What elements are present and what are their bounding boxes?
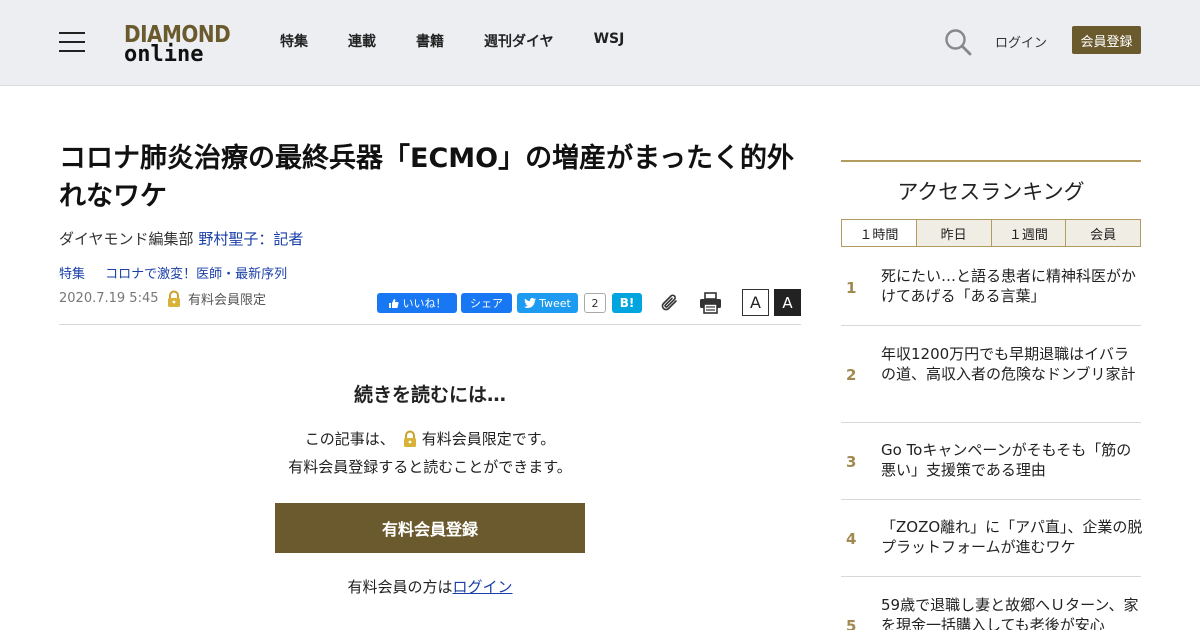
main-nav: 特集 連載 書籍 週刊ダイヤ WSJ <box>280 31 664 51</box>
tab-1week[interactable]: １週間 <box>990 220 1066 246</box>
paywall-notice: この記事は、 有料会員限定です。 <box>59 428 801 449</box>
article-title: コロナ肺炎治療の最終兵器「ECMO」の増産がまったく的外れなワケ <box>59 143 794 212</box>
rank-number: 1 <box>846 279 857 297</box>
print-icon[interactable] <box>699 292 722 314</box>
ranking-item[interactable]: 2 年収1200万円でも早期退職はイバラの道、高収入者の危険なドンブリ家計 <box>841 326 1141 423</box>
nav-item-wsj[interactable]: WSJ <box>594 31 625 51</box>
ranking-item[interactable]: 5 59歳で退職し妻と故郷へＵターン、家を現金一括購入しても老後が安心 <box>841 577 1141 630</box>
paywall-description: 有料会員登録すると読むことができます。 <box>288 458 572 476</box>
rank-title: 「ZOZO離れ」に「アパ直」、企業の脱プラットフォームが進むワケ <box>881 518 1143 556</box>
lock-icon <box>168 290 180 307</box>
tab-members[interactable]: 会員 <box>1065 220 1140 246</box>
tweet-count: 2 <box>584 293 606 313</box>
logo-online: online <box>124 42 204 67</box>
site-header: DIAMOND online 特集 連載 書籍 週刊ダイヤ WSJ ログイン 会… <box>0 0 1200 86</box>
nav-item-weekly[interactable]: 週刊ダイヤ <box>484 31 554 51</box>
member-login-link[interactable]: ログイン <box>453 578 513 596</box>
ranking-top-border <box>841 160 1141 162</box>
paywall-notice-before: この記事は、 <box>304 430 395 448</box>
facebook-like-button[interactable]: いいね！ <box>377 293 457 313</box>
nav-item-shoseki[interactable]: 書籍 <box>416 31 444 51</box>
article-divider <box>59 324 801 325</box>
paywall-notice-after: 有料会員限定です。 <box>421 430 556 448</box>
menu-icon[interactable] <box>59 32 85 52</box>
tweet-button[interactable]: Tweet <box>517 293 578 313</box>
byline-department: ダイヤモンド編集部 <box>59 230 194 248</box>
like-label: いいね！ <box>402 297 447 310</box>
paid-member-register-button[interactable]: 有料会員登録 <box>275 503 585 553</box>
nav-item-tokushu[interactable]: 特集 <box>280 31 308 51</box>
rank-title: 年収1200万円でも早期退職はイバラの道、高収入者の危険なドンブリ家計 <box>881 345 1136 383</box>
ranking-item[interactable]: 3 Go Toキャンペーンがそもそも「筋の悪い」支援策である理由 <box>841 423 1141 500</box>
font-size-normal-button[interactable]: A <box>742 289 769 316</box>
member-login-prompt: 有料会員の方はログイン <box>59 576 801 597</box>
rank-title: 59歳で退職し妻と故郷へＵターン、家を現金一括購入しても老後が安心 <box>881 596 1139 630</box>
register-button[interactable]: 会員登録 <box>1072 26 1141 54</box>
facebook-share-button[interactable]: シェア <box>461 293 512 313</box>
publish-date: 2020.7.19 5:45 <box>59 291 159 306</box>
thumbs-up-icon <box>388 298 399 308</box>
ranking-item[interactable]: 1 死にたい…と語る患者に精神科医がかけてあげる「ある言葉」 <box>841 247 1141 326</box>
twitter-bird-icon <box>524 298 537 308</box>
ranking-item[interactable]: 4 「ZOZO離れ」に「アパ直」、企業の脱プラットフォームが進むワケ <box>841 500 1143 577</box>
rank-title: Go Toキャンペーンがそもそも「筋の悪い」支援策である理由 <box>881 441 1132 479</box>
header-login-link[interactable]: ログイン <box>995 32 1047 51</box>
member-login-prefix: 有料会員の方は <box>347 578 453 596</box>
search-icon[interactable] <box>944 28 972 56</box>
lock-icon <box>403 430 416 447</box>
tag-series[interactable]: コロナで激変！医師・最新序列 <box>105 267 287 282</box>
font-size-large-button[interactable]: A <box>774 289 801 316</box>
tag-tokushu[interactable]: 特集 <box>59 267 85 282</box>
tab-yesterday[interactable]: 昨日 <box>915 220 991 246</box>
nav-item-rensai[interactable]: 連載 <box>348 31 376 51</box>
ranking-tabs: １時間 昨日 １週間 会員 <box>841 219 1141 247</box>
members-only-label: 有料会員限定 <box>165 289 266 308</box>
byline: ダイヤモンド編集部 野村聖子：記者 <box>59 228 303 249</box>
rank-number: 2 <box>846 366 857 384</box>
rank-number: 4 <box>846 530 857 548</box>
tab-1hour[interactable]: １時間 <box>842 220 916 246</box>
rank-number: 3 <box>846 453 857 471</box>
author-link[interactable]: 野村聖子：記者 <box>198 230 303 248</box>
members-only-text: 有料会員限定 <box>188 293 267 308</box>
paperclip-icon[interactable] <box>659 292 681 314</box>
hatena-bookmark-button[interactable]: B! <box>612 293 642 313</box>
rank-title: 死にたい…と語る患者に精神科医がかけてあげる「ある言葉」 <box>881 267 1137 305</box>
site-logo[interactable]: DIAMOND online <box>124 20 231 67</box>
article-tags: 特集 コロナで激変！医師・最新序列 <box>59 263 303 282</box>
tweet-label: Tweet <box>539 296 571 310</box>
rank-number: 5 <box>846 617 857 630</box>
ranking-heading: アクセスランキング <box>897 180 1085 204</box>
paywall-title: 続きを読むには… <box>353 384 506 406</box>
